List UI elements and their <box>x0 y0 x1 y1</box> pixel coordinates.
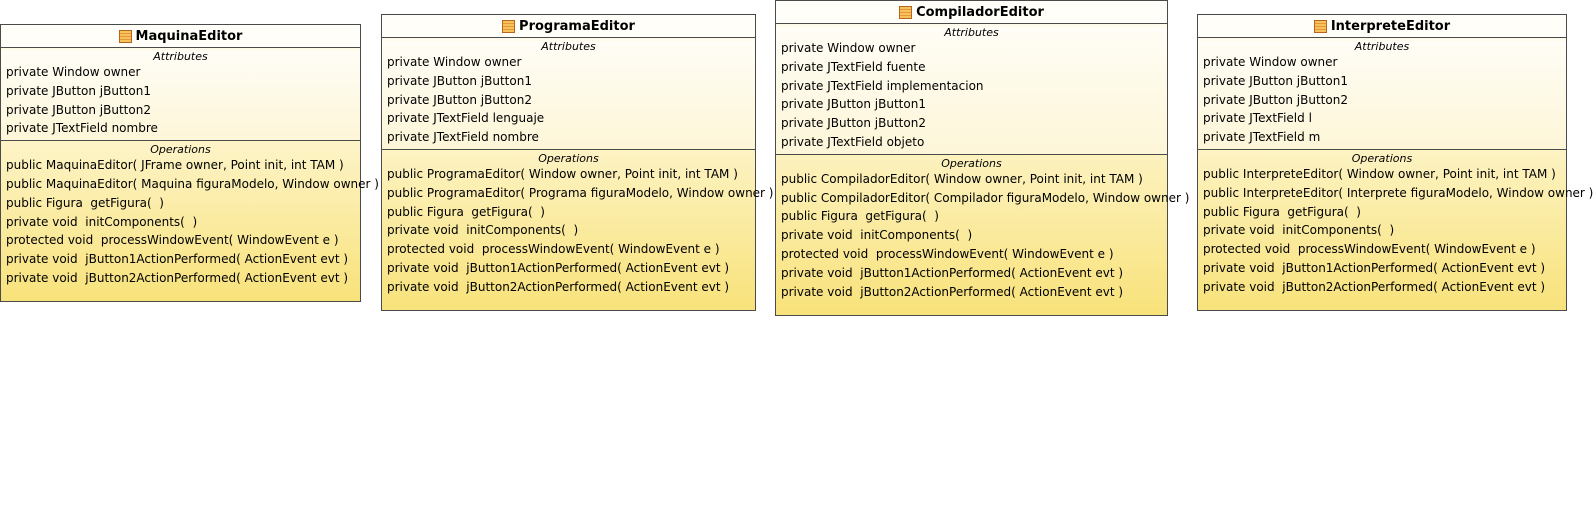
attributes-section: Attributes private Window owner private … <box>776 27 1167 155</box>
class-box-maquina-editor[interactable]: MaquinaEditor Attributes private Window … <box>0 24 379 302</box>
attributes-title: Attributes <box>541 40 596 53</box>
operation: public Figura getFigura( ) <box>387 204 545 219</box>
operation: protected void processWindowEvent( Windo… <box>781 246 1114 261</box>
attribute: private Window owner <box>781 41 916 55</box>
attribute: private JButton jButton1 <box>387 73 532 88</box>
class-name: MaquinaEditor <box>135 28 243 44</box>
attributes-title: Attributes <box>944 26 999 39</box>
operation: private void jButton1ActionPerformed( Ac… <box>1203 260 1546 275</box>
attributes-section: Attributes private Window owner private … <box>382 41 755 150</box>
class-header: ProgramaEditor <box>382 15 755 38</box>
operation: public ProgramaEditor( Window owner, Poi… <box>387 166 738 181</box>
operation: public Figura getFigura( ) <box>1203 204 1361 219</box>
operations-title: Operations <box>941 156 1002 170</box>
attribute: private Window owner <box>1203 55 1338 69</box>
attribute: private Window owner <box>387 55 522 69</box>
operations-title: Operations <box>150 143 211 157</box>
operation: protected void processWindowEvent( Windo… <box>6 233 339 248</box>
operation: public ProgramaEditor( Programa figuraMo… <box>387 185 774 200</box>
operations-section: Operations public InterpreteEditor( Wind… <box>1198 151 1594 299</box>
class-box-interprete-editor[interactable]: InterpreteEditor Attributes private Wind… <box>1197 14 1594 311</box>
operations-section: Operations public MaquinaEditor( JFrame … <box>1 143 379 290</box>
attribute: private JTextField fuente <box>781 59 926 74</box>
class-name: CompiladorEditor <box>916 4 1044 20</box>
operation: public CompiladorEditor( Window owner, P… <box>781 171 1143 186</box>
attribute: private JButton jButton2 <box>6 102 151 117</box>
operations-title: Operations <box>538 151 599 165</box>
operation: protected void processWindowEvent( Windo… <box>1203 242 1536 257</box>
attribute: private Window owner <box>6 65 141 79</box>
operation: public Figura getFigura( ) <box>6 195 164 210</box>
attribute: private JButton jButton1 <box>1203 73 1348 88</box>
attribute: private JButton jButton1 <box>6 83 151 98</box>
operation: public MaquinaEditor( JFrame owner, Poin… <box>6 158 344 173</box>
operation: public InterpreteEditor( Window owner, P… <box>1203 166 1556 181</box>
attribute: private JButton jButton2 <box>1203 92 1348 107</box>
attribute: private JTextField m <box>1203 130 1321 145</box>
operation: private void initComponents( ) <box>781 228 973 243</box>
operation: private void jButton1ActionPerformed( Ac… <box>6 252 349 267</box>
operation: protected void processWindowEvent( Windo… <box>387 242 720 257</box>
attribute: private JTextField l <box>1203 111 1312 126</box>
class-icon <box>1313 19 1327 33</box>
operation: public InterpreteEditor( Interprete figu… <box>1203 185 1594 200</box>
attribute: private JTextField nombre <box>387 130 539 145</box>
operation: private void jButton1ActionPerformed( Ac… <box>387 260 730 275</box>
attributes-section: Attributes private Window owner private … <box>1198 41 1566 150</box>
operation: public MaquinaEditor( Maquina figuraMode… <box>6 176 379 191</box>
operations-section: Operations public ProgramaEditor( Window… <box>382 151 774 299</box>
operation: private void jButton1ActionPerformed( Ac… <box>781 265 1124 280</box>
attribute: private JTextField lenguaje <box>387 111 545 126</box>
operation: private void initComponents( ) <box>1203 223 1395 238</box>
class-header: InterpreteEditor <box>1198 15 1566 38</box>
operation: public Figura getFigura( ) <box>781 209 939 224</box>
class-icon <box>899 5 913 19</box>
operation: private void initComponents( ) <box>387 223 579 238</box>
attribute: private JTextField objeto <box>781 134 925 149</box>
class-box-programa-editor[interactable]: ProgramaEditor Attributes private Window… <box>381 14 774 311</box>
operation: private void jButton2ActionPerformed( Ac… <box>387 279 730 294</box>
operations-title: Operations <box>1351 151 1413 165</box>
class-icon <box>118 29 132 43</box>
operation: private void jButton2ActionPerformed( Ac… <box>781 284 1124 299</box>
class-icon <box>502 19 516 33</box>
attribute: private JButton jButton2 <box>781 116 926 131</box>
attribute: private JTextField implementacion <box>781 78 984 93</box>
operation: private void jButton2ActionPerformed( Ac… <box>1203 279 1546 294</box>
attributes-section: Attributes private Window owner private … <box>1 50 360 142</box>
class-name: ProgramaEditor <box>519 18 635 34</box>
attribute: private JButton jButton1 <box>781 97 926 112</box>
class-name: InterpreteEditor <box>1330 18 1451 34</box>
attribute: private JTextField nombre <box>6 121 158 136</box>
operation: public CompiladorEditor( Compilador figu… <box>781 190 1190 205</box>
class-header: CompiladorEditor <box>776 1 1167 24</box>
operation: private void initComponents( ) <box>6 214 198 229</box>
operation: private void jButton2ActionPerformed( Ac… <box>6 270 349 285</box>
operations-section: Operations public CompiladorEditor( Wind… <box>776 156 1190 304</box>
class-header: MaquinaEditor <box>1 25 360 48</box>
attributes-title: Attributes <box>1354 40 1410 53</box>
attributes-title: Attributes <box>153 50 208 63</box>
class-box-compilador-editor[interactable]: CompiladorEditor Attributes private Wind… <box>775 0 1190 316</box>
attribute: private JButton jButton2 <box>387 92 532 107</box>
